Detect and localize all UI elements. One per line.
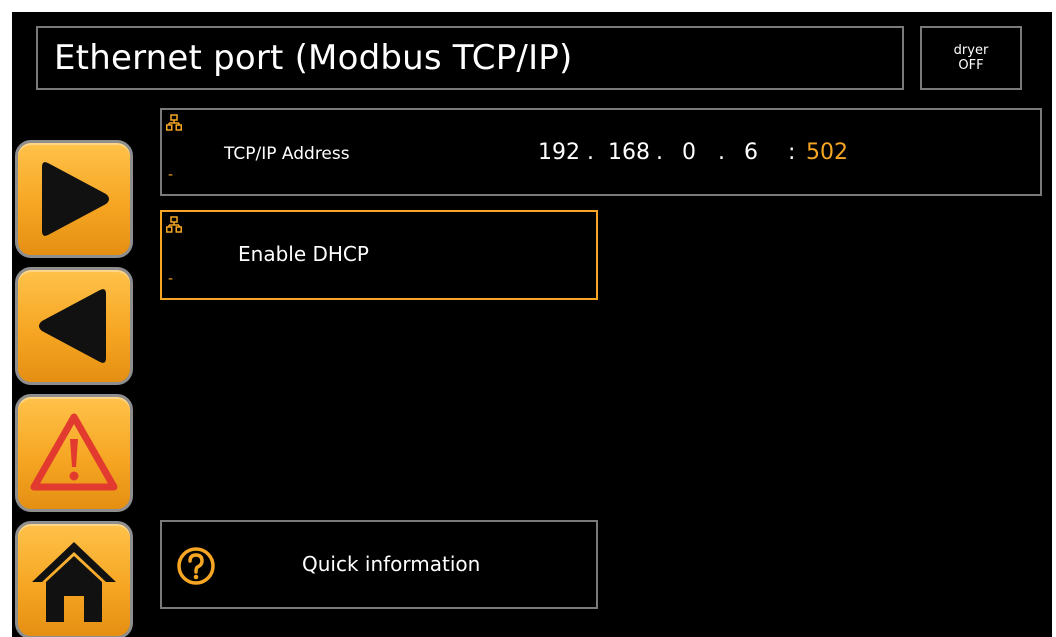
enable-dhcp-row[interactable]: Enable DHCP - (160, 210, 598, 300)
ip-octet-4[interactable]: 6 (744, 140, 758, 165)
title-bar: Ethernet port (Modbus TCP/IP) (36, 26, 904, 90)
back-button[interactable] (15, 267, 133, 385)
ip-dot-3: . (718, 140, 725, 165)
ip-dot-1: . (587, 140, 594, 165)
dryer-status-button[interactable]: dryer OFF (920, 26, 1022, 90)
home-icon (28, 536, 120, 624)
tcp-ip-address-label: TCP/IP Address (224, 144, 350, 164)
tcp-dash: - (168, 167, 174, 183)
ip-port-separator: : (788, 140, 796, 165)
enable-dhcp-label: Enable DHCP (238, 242, 369, 266)
ip-octet-3[interactable]: 0 (682, 140, 696, 165)
ip-port[interactable]: 502 (806, 140, 848, 165)
page-title: Ethernet port (Modbus TCP/IP) (54, 38, 573, 78)
quick-information-button[interactable]: Quick information (160, 520, 598, 609)
help-icon (176, 546, 216, 590)
play-forward-icon (34, 157, 114, 241)
next-button[interactable] (15, 140, 133, 258)
ip-dot-2: . (656, 140, 663, 165)
warning-icon (28, 411, 120, 495)
network-icon (166, 114, 182, 136)
home-button[interactable] (15, 521, 133, 637)
tcp-ip-address-row[interactable]: TCP/IP Address - 192 . 168 . 0 . 6 : 502 (160, 108, 1042, 196)
ip-octet-1[interactable]: 192 (538, 140, 580, 165)
network-icon (166, 216, 182, 238)
quick-information-label: Quick information (302, 552, 481, 576)
dhcp-dash: - (168, 271, 174, 287)
alarm-button[interactable] (15, 394, 133, 512)
play-back-icon (34, 284, 114, 368)
status-value: OFF (958, 58, 984, 73)
status-label: dryer (953, 43, 989, 58)
ip-octet-2[interactable]: 168 (608, 140, 650, 165)
screen: Ethernet port (Modbus TCP/IP) dryer OFF (12, 12, 1052, 637)
